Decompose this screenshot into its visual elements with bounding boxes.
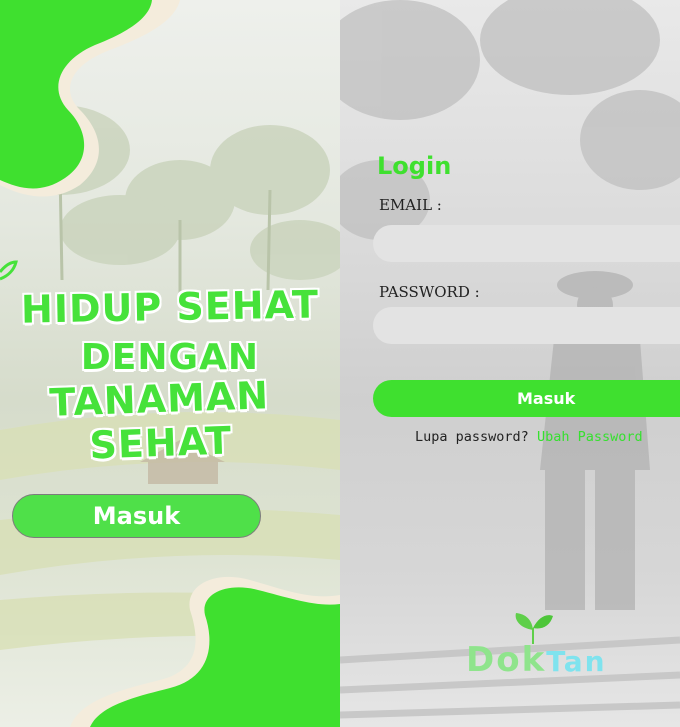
logo-text-tan: Tan [546,645,607,678]
farmer-background [340,0,680,719]
email-field[interactable] [373,225,680,262]
doktan-logo: DokTan [466,640,607,680]
logo-text-dok: Dok [466,640,547,680]
email-label: EMAIL : [379,196,442,214]
password-field[interactable] [373,307,680,344]
welcome-login-button[interactable]: Masuk [12,494,261,538]
login-submit-button[interactable]: Masuk [373,380,680,417]
login-title: Login [377,152,452,180]
change-password-link[interactable]: Ubah Password [537,429,643,445]
headline-line-3: TANAMAN SEHAT [48,373,270,468]
leaf-icon [0,260,18,281]
welcome-screen: HIDUP SEHAT DENGAN TANAMAN SEHAT Masuk [0,0,340,727]
headline-line-1: HIDUP SEHAT [20,282,320,332]
forgot-password-prompt: Lupa password? [415,429,529,445]
login-screen: Login EMAIL : PASSWORD : Masuk Lupa pass… [340,0,680,727]
forgot-password-row: Lupa password? Ubah Password [415,429,643,445]
top-blob [0,0,152,189]
password-label: PASSWORD : [379,283,480,301]
